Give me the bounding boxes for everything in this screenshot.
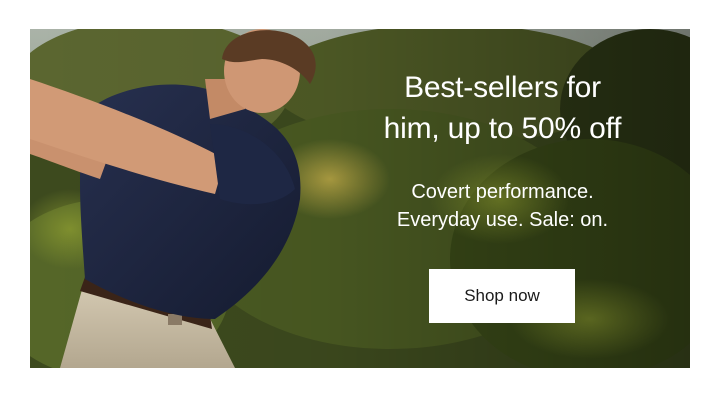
promo-banner[interactable]: Best-sellers for him, up to 50% off Cove… [30,29,690,368]
subline-line-2: Everyday use. Sale: on. [396,209,609,231]
headline-line-1: Best-sellers for [404,71,601,104]
headline-line-2: him, up to 50% off [383,112,622,145]
page: Best-sellers for him, up to 50% off Cove… [0,0,720,401]
banner-subheadline: Covert performance. Everyday use. Sale: … [350,178,655,234]
shop-now-button[interactable]: Shop now [429,269,575,323]
banner-headline: Best-sellers for him, up to 50% off [350,67,655,149]
subline-line-1: Covert performance. [411,181,594,203]
